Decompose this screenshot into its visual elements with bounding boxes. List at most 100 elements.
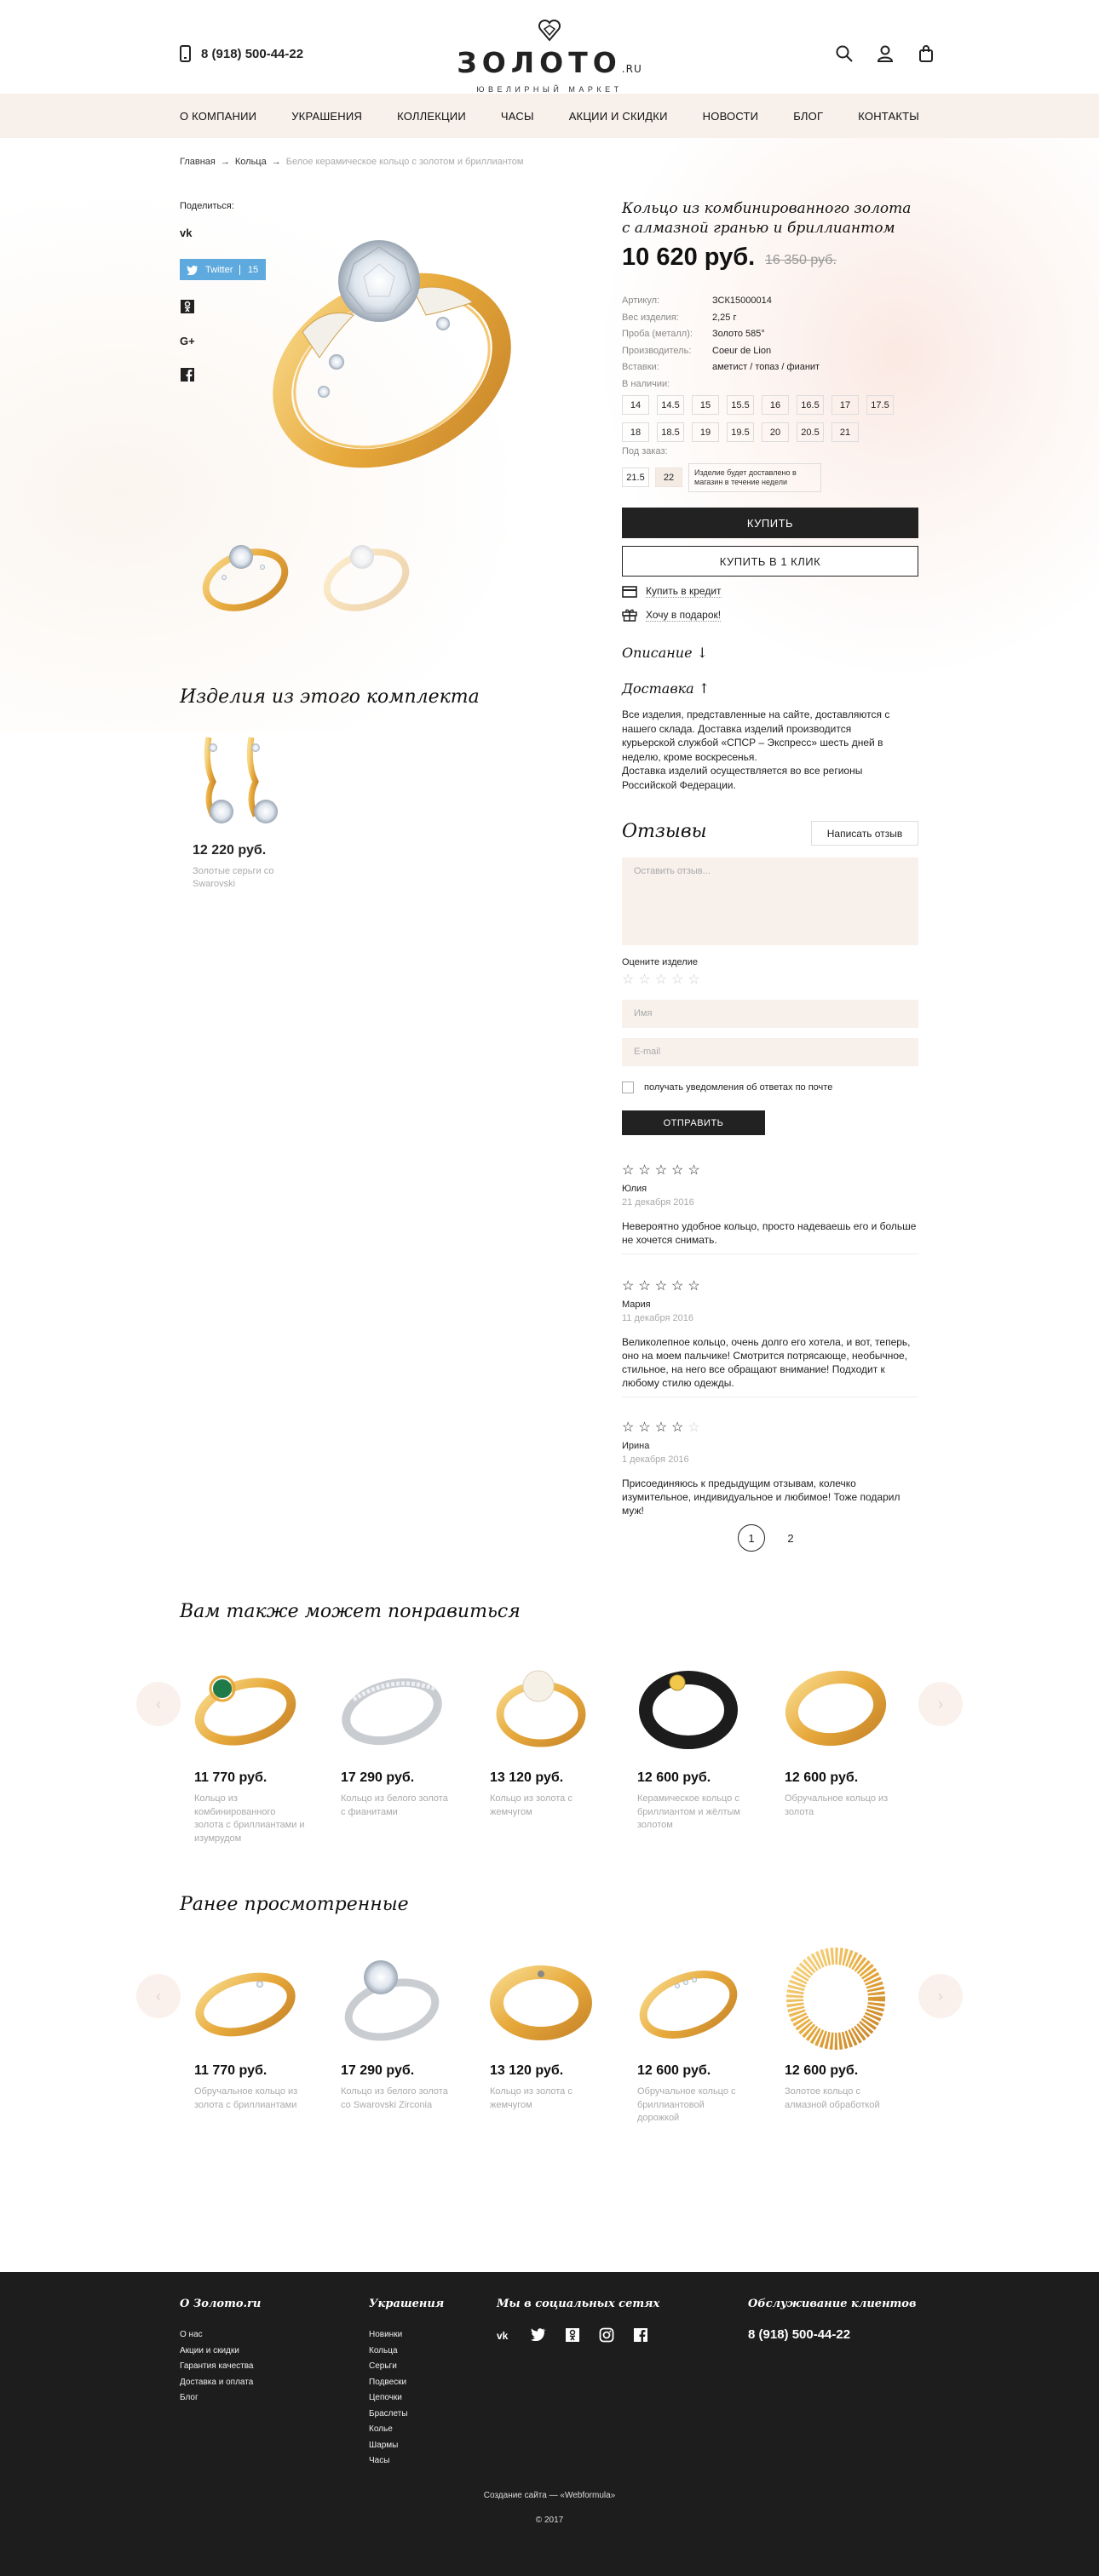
- size-option[interactable]: 16.5: [797, 395, 824, 415]
- send-button[interactable]: ОТПРАВИТЬ: [622, 1110, 765, 1135]
- logo[interactable]: ЗОЛОТО.RU ЮВЕЛИРНЫЙ МАРКЕТ: [443, 17, 656, 94]
- name-input[interactable]: Имя: [622, 1000, 918, 1028]
- nav-item-collections[interactable]: КОЛЛЕКЦИИ: [397, 110, 466, 123]
- set-name[interactable]: Золотые серьги со Swarovski: [193, 865, 303, 891]
- delivery-toggle[interactable]: Доставка ↑: [622, 680, 710, 697]
- vk-icon[interactable]: vk: [180, 225, 195, 240]
- product-card[interactable]: 12 600 руб. Обручальное кольцо из золота: [772, 1650, 900, 1819]
- star-icon[interactable]: ☆: [655, 971, 667, 988]
- nav-item-jewelry[interactable]: УКРАШЕНИЯ: [291, 110, 362, 123]
- buy-button[interactable]: КУПИТЬ: [622, 508, 918, 538]
- search-icon[interactable]: [835, 44, 854, 63]
- instagram-icon[interactable]: [599, 2327, 614, 2343]
- google-plus-icon[interactable]: G+: [180, 333, 195, 348]
- footer-link[interactable]: Браслеты: [369, 2407, 444, 2423]
- star-icon[interactable]: ☆: [688, 971, 699, 988]
- nav-item-news[interactable]: НОВОСТИ: [703, 110, 759, 123]
- product-card[interactable]: 17 290 руб. Кольцо из белого золота со S…: [328, 1943, 456, 2112]
- product-thumbnail-2[interactable]: [315, 525, 417, 618]
- footer-link[interactable]: Шармы: [369, 2438, 444, 2454]
- carousel-prev-button[interactable]: ‹: [136, 1974, 181, 2018]
- header-phone[interactable]: 8 (918) 500-44-22: [180, 45, 303, 62]
- size-option[interactable]: 20.5: [797, 422, 824, 442]
- order-size-option[interactable]: 21.5: [622, 468, 649, 487]
- size-option[interactable]: 21: [831, 422, 859, 442]
- size-option[interactable]: 20: [762, 422, 789, 442]
- footer-link[interactable]: Блог: [180, 2390, 261, 2407]
- nav-item-company[interactable]: О КОМПАНИИ: [180, 110, 256, 123]
- email-input[interactable]: E-mail: [622, 1038, 918, 1066]
- size-option[interactable]: 14: [622, 395, 649, 415]
- size-option[interactable]: 19: [692, 422, 719, 442]
- cart-icon[interactable]: [917, 44, 935, 63]
- footer-link[interactable]: Кольца: [369, 2344, 444, 2360]
- description-toggle[interactable]: Описание ↓: [622, 645, 708, 661]
- gift-link[interactable]: Хочу в подарок!: [622, 608, 722, 622]
- size-option[interactable]: 17: [831, 395, 859, 415]
- footer-link[interactable]: Гарантия качества: [180, 2359, 261, 2375]
- write-review-button[interactable]: Написать отзыв: [811, 821, 918, 846]
- footer-phone[interactable]: 8 (918) 500-44-22: [748, 2327, 917, 2342]
- nav-item-blog[interactable]: БЛОГ: [793, 110, 823, 123]
- twitter-icon[interactable]: [531, 2327, 546, 2343]
- order-size-option-selected[interactable]: 22: [655, 468, 682, 487]
- size-option[interactable]: 19.5: [727, 422, 754, 442]
- footer-link[interactable]: Новинки: [369, 2327, 444, 2344]
- review-textarea[interactable]: Оставить отзыв...: [622, 858, 918, 945]
- user-icon[interactable]: [876, 44, 895, 63]
- product-card[interactable]: 12 600 руб. Золотое кольцо с алмазной об…: [772, 1943, 900, 2112]
- footer-link[interactable]: Цепочки: [369, 2390, 444, 2407]
- rating-input[interactable]: ☆ ☆ ☆ ☆ ☆: [622, 971, 700, 988]
- nav-item-sales[interactable]: АКЦИИ И СКИДКИ: [569, 110, 668, 123]
- facebook-icon[interactable]: [180, 367, 195, 382]
- size-option[interactable]: 15: [692, 395, 719, 415]
- footer-link[interactable]: Часы: [369, 2453, 444, 2470]
- size-option[interactable]: 17.5: [866, 395, 894, 415]
- nav-item-contacts[interactable]: КОНТАКТЫ: [858, 110, 919, 123]
- footer-link[interactable]: Акции и скидки: [180, 2344, 261, 2360]
- breadcrumb-rings[interactable]: Кольца: [235, 157, 267, 167]
- product-card[interactable]: 12 600 руб. Обручальное кольцо с бриллиа…: [624, 1943, 752, 2126]
- carousel-prev-button[interactable]: ‹: [136, 1682, 181, 1726]
- star-icon: ☆: [671, 1279, 684, 1294]
- product-card[interactable]: 11 770 руб. Кольцо из комбинированного з…: [181, 1650, 309, 1845]
- odnoklassniki-icon[interactable]: [180, 299, 195, 314]
- footer-credit[interactable]: Создание сайта — «Webformula»: [0, 2491, 1099, 2500]
- credit-link[interactable]: Купить в кредит: [622, 585, 722, 598]
- star-icon[interactable]: ☆: [638, 971, 650, 988]
- odnoklassniki-icon[interactable]: [565, 2327, 580, 2343]
- delivery-text: Все изделия, представленные на сайте, до…: [622, 708, 903, 792]
- carousel-next-button[interactable]: ›: [918, 1682, 963, 1726]
- breadcrumb-home[interactable]: Главная: [180, 157, 216, 167]
- footer-link[interactable]: Серьги: [369, 2359, 444, 2375]
- size-option[interactable]: 16: [762, 395, 789, 415]
- size-option[interactable]: 18: [622, 422, 649, 442]
- product-card[interactable]: 13 120 руб. Кольцо из золота с жемчугом: [477, 1650, 605, 1819]
- star-icon[interactable]: ☆: [622, 971, 634, 988]
- product-card[interactable]: 13 120 руб. Кольцо из золота с жемчугом: [477, 1943, 605, 2112]
- star-icon[interactable]: ☆: [671, 971, 683, 988]
- page-button-2[interactable]: 2: [777, 1524, 804, 1552]
- page-button-1[interactable]: 1: [738, 1524, 765, 1552]
- product-thumbnail-1[interactable]: [194, 525, 296, 618]
- product-card[interactable]: 17 290 руб. Кольцо из белого золота с фи…: [328, 1650, 456, 1819]
- product-card[interactable]: 12 600 руб. Керамическое кольцо с брилли…: [624, 1650, 752, 1833]
- notify-checkbox[interactable]: [622, 1081, 634, 1093]
- vk-icon[interactable]: vk: [497, 2327, 512, 2343]
- set-product-image[interactable]: [187, 731, 298, 833]
- size-option[interactable]: 15.5: [727, 395, 754, 415]
- buy-one-click-button[interactable]: КУПИТЬ В 1 КЛИК: [622, 546, 918, 577]
- footer-link[interactable]: О нас: [180, 2327, 261, 2344]
- size-option[interactable]: 14.5: [657, 395, 684, 415]
- facebook-icon[interactable]: [633, 2327, 648, 2343]
- product-main-image[interactable]: [243, 213, 532, 468]
- nav-item-watches[interactable]: ЧАСЫ: [501, 110, 534, 123]
- star-icon: ☆: [688, 1163, 700, 1178]
- carousel-next-button[interactable]: ›: [918, 1974, 963, 2018]
- notify-checkbox-row[interactable]: получать уведомления об ответах по почте: [622, 1081, 832, 1093]
- footer-link[interactable]: Подвески: [369, 2375, 444, 2391]
- footer-link[interactable]: Доставка и оплата: [180, 2375, 261, 2391]
- product-card[interactable]: 11 770 руб. Обручальное кольцо из золота…: [181, 1943, 309, 2112]
- footer-link[interactable]: Колье: [369, 2422, 444, 2438]
- size-option[interactable]: 18.5: [657, 422, 684, 442]
